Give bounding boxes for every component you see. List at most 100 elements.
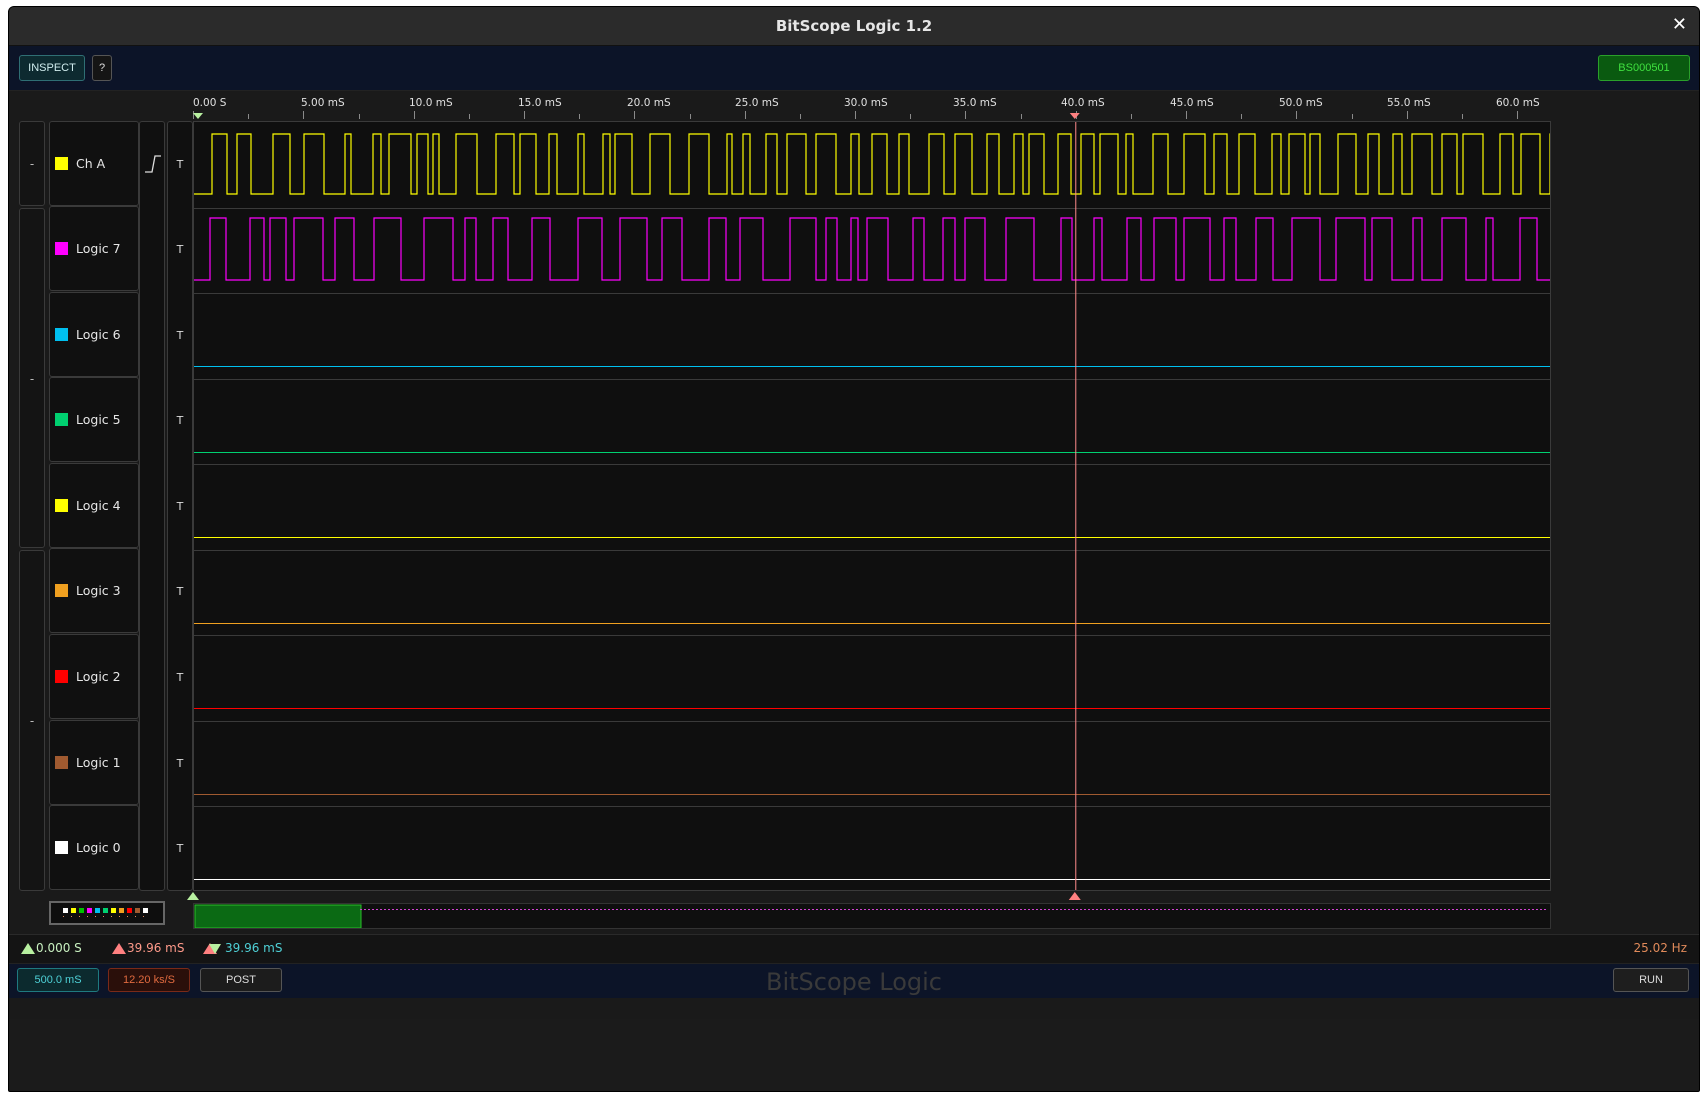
- trigger-mode-toggle[interactable]: T: [168, 500, 192, 513]
- device-id-button[interactable]: BS000501: [1598, 55, 1690, 81]
- close-icon[interactable]: ✕: [1672, 14, 1687, 35]
- trigger-mode-column: T T T T T T T T T: [167, 121, 193, 891]
- channel-dot: [79, 908, 84, 913]
- channel-color-swatch: [55, 670, 68, 683]
- channel-dot: [119, 908, 124, 913]
- trigger-mode-toggle[interactable]: T: [168, 585, 192, 598]
- buffer-overview[interactable]: [193, 903, 1551, 929]
- trigger-mode-toggle[interactable]: T: [168, 329, 192, 342]
- channel-name: Logic 3: [76, 583, 121, 598]
- channel-color-swatch: [55, 328, 68, 341]
- trigger-mode-toggle[interactable]: T: [168, 414, 192, 427]
- logic7-trace: [194, 217, 1550, 281]
- channel-dot: [143, 908, 148, 913]
- status-bar: 0.000 S 39.96 mS 39.96 mS 25.02 Hz: [9, 934, 1699, 963]
- channel-row-cha[interactable]: Ch A: [49, 121, 139, 206]
- channel-row-logic5[interactable]: Logic 5: [49, 377, 139, 462]
- bottom-toolbar: BitScope Logic 500.0 mS 12.20 ks/S POST …: [9, 963, 1699, 998]
- channel-row-logic6[interactable]: Logic 6: [49, 292, 139, 377]
- trigger-mode-toggle[interactable]: T: [168, 757, 192, 770]
- overview-markers: [187, 892, 1081, 900]
- channel-group-toggle[interactable]: -: [19, 121, 45, 206]
- channel-row-logic2[interactable]: Logic 2: [49, 634, 139, 719]
- time-ruler[interactable]: 0.00 S 5.00 mS 10.0 mS 15.0 mS 20.0 mS 2…: [193, 97, 1551, 119]
- channel-dot: [95, 908, 100, 913]
- channel-dot-marker: [127, 916, 128, 917]
- cursor-marker-icon: [112, 943, 126, 954]
- ruler-tick-label: 20.0 mS: [627, 97, 671, 109]
- channel-color-swatch: [55, 841, 68, 854]
- rising-edge-icon[interactable]: [141, 150, 165, 180]
- ruler-tick-label: 60.0 mS: [1496, 97, 1540, 109]
- channel-color-swatch: [55, 499, 68, 512]
- delta-icon: [203, 943, 221, 954]
- channel-dot-marker: [87, 916, 88, 917]
- channel-label-column: Ch A Logic 7 Logic 6 Logic 5 Logic 4 Log…: [49, 121, 139, 891]
- channel-name: Ch A: [76, 156, 106, 171]
- channel-color-swatch: [55, 413, 68, 426]
- channel-group-toggle[interactable]: -: [19, 550, 45, 891]
- ruler-tick-label: 45.0 mS: [1170, 97, 1214, 109]
- channel-dot-marker: [143, 916, 144, 917]
- channel-dot-marker: [71, 916, 72, 917]
- post-trigger-button[interactable]: POST: [200, 968, 282, 992]
- channel-color-swatch: [55, 756, 68, 769]
- cursor-time-readout: 39.96 mS: [127, 941, 185, 955]
- start-marker-icon: [193, 113, 203, 119]
- trigger-mode-toggle[interactable]: T: [168, 158, 192, 171]
- channel-color-swatch: [55, 584, 68, 597]
- channel-color-swatch: [55, 157, 68, 170]
- top-toolbar: INSPECT ? BS000501: [9, 46, 1699, 91]
- cursor-marker-icon: [1069, 113, 1080, 119]
- inspect-button[interactable]: INSPECT: [19, 55, 85, 81]
- trigger-mode-toggle[interactable]: T: [168, 243, 192, 256]
- channel-dot-marker: [111, 916, 112, 917]
- channel-dot-marker: [119, 916, 120, 917]
- channel-dot: [63, 908, 68, 913]
- channel-dot-marker: [103, 916, 104, 917]
- timebase-button[interactable]: 500.0 mS: [17, 968, 99, 992]
- channel-name: Logic 6: [76, 327, 121, 342]
- channel-row-logic0[interactable]: Logic 0: [49, 805, 139, 890]
- ruler-tick-label: 5.00 mS: [301, 97, 345, 109]
- cursor-marker-icon[interactable]: [1068, 892, 1081, 900]
- channel-row-logic1[interactable]: Logic 1: [49, 720, 139, 805]
- waveform-canvas: [194, 122, 1550, 890]
- channel-row-logic4[interactable]: Logic 4: [49, 463, 139, 548]
- channel-row-logic3[interactable]: Logic 3: [49, 548, 139, 633]
- start-marker-icon: [21, 943, 35, 954]
- channel-dot: [87, 908, 92, 913]
- channel-name: Logic 7: [76, 241, 121, 256]
- sample-rate-button[interactable]: 12.20 ks/S: [108, 968, 190, 992]
- channel-name: Logic 0: [76, 840, 121, 855]
- channel-dot: [71, 908, 76, 913]
- channel-row-logic7[interactable]: Logic 7: [49, 206, 139, 291]
- cha-trace: [194, 133, 1550, 195]
- ruler-tick-label: 35.0 mS: [953, 97, 997, 109]
- ruler-tick-label: 55.0 mS: [1387, 97, 1431, 109]
- trigger-edge-column: [139, 121, 165, 891]
- channel-dot: [135, 908, 140, 913]
- start-time-readout: 0.000 S: [36, 941, 82, 955]
- channel-dot-marker: [95, 916, 96, 917]
- help-button[interactable]: ?: [92, 55, 112, 81]
- channel-dot: [127, 908, 132, 913]
- channel-overview-strip[interactable]: [49, 901, 165, 925]
- start-marker-icon[interactable]: [187, 892, 199, 900]
- run-button[interactable]: RUN: [1613, 968, 1689, 992]
- ruler-tick-label: 15.0 mS: [518, 97, 562, 109]
- overview-canvas: [194, 904, 1546, 928]
- channel-dot-marker: [79, 916, 80, 917]
- window-title: BitScope Logic 1.2: [775, 17, 933, 35]
- trigger-mode-toggle[interactable]: T: [168, 842, 192, 855]
- channel-color-swatch: [55, 242, 68, 255]
- waveform-plot[interactable]: [193, 121, 1551, 891]
- channel-dot-marker: [135, 916, 136, 917]
- delta-time-readout: 39.96 mS: [225, 941, 283, 955]
- ruler-tick-label: 0.00 S: [193, 97, 227, 109]
- channel-dot-marker: [63, 916, 64, 917]
- channel-group-toggle[interactable]: -: [19, 208, 45, 548]
- channel-dot: [111, 908, 116, 913]
- trigger-mode-toggle[interactable]: T: [168, 671, 192, 684]
- channel-name: Logic 5: [76, 412, 121, 427]
